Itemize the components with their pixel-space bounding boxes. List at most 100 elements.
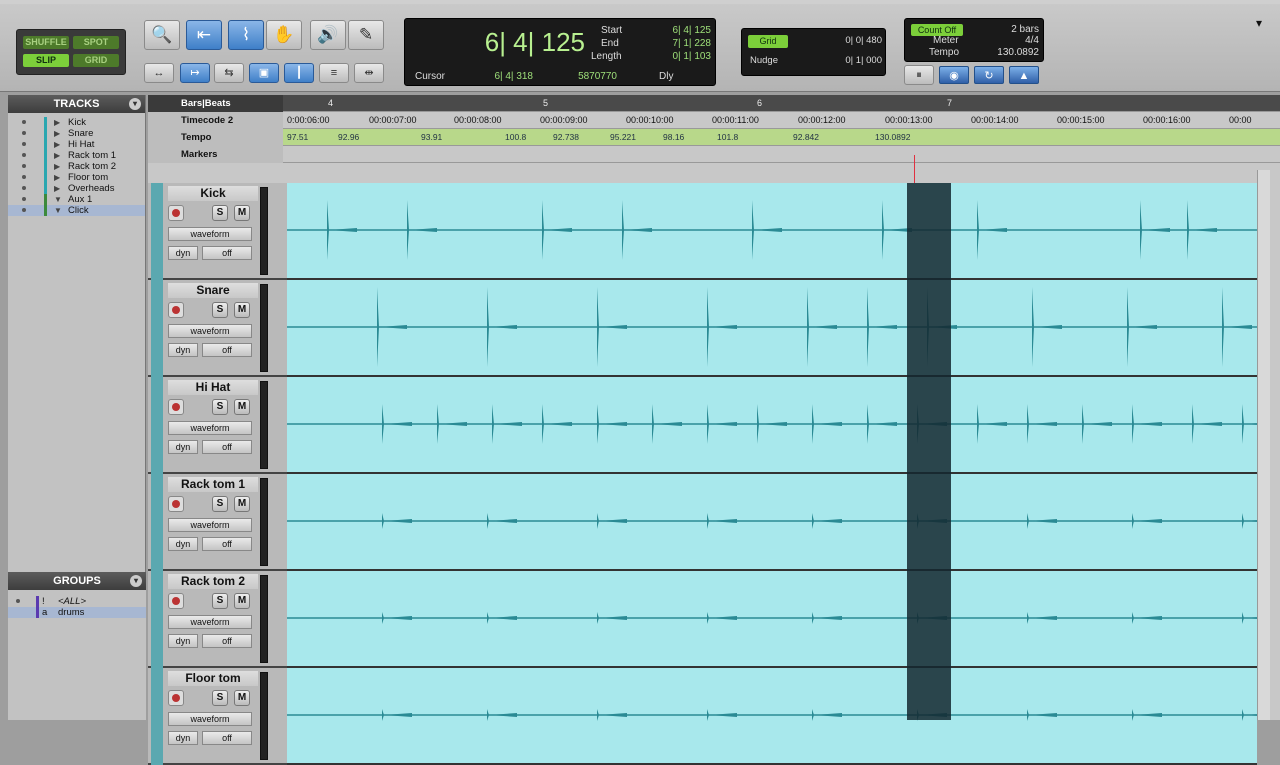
vertical-scrollbar[interactable] bbox=[1257, 170, 1270, 720]
tempo-event[interactable]: 130.0892 bbox=[875, 132, 910, 142]
metronome-icon[interactable]: ▲ bbox=[1009, 66, 1039, 84]
main-counter-value[interactable]: 6| 4| 125 bbox=[465, 27, 585, 58]
selector-icon[interactable]: ⌇ bbox=[228, 20, 264, 50]
track-view-selector[interactable]: waveform bbox=[168, 227, 252, 241]
tempo-ruler[interactable]: Tempo 97.51 92.96 93.91 100.8 92.738 95.… bbox=[148, 129, 1280, 146]
automation-selector[interactable]: off bbox=[202, 537, 252, 551]
track-name[interactable]: Rack tom 1 bbox=[168, 477, 258, 492]
scroll-icon[interactable]: ⇹ bbox=[354, 63, 384, 83]
track-playlist-lane[interactable] bbox=[287, 668, 1257, 765]
automation-selector[interactable]: off bbox=[202, 731, 252, 745]
start-value[interactable]: 6| 4| 125 bbox=[635, 25, 711, 36]
link-timeline-icon[interactable]: ⇆ bbox=[214, 63, 244, 83]
group-item[interactable]: ! <ALL> bbox=[8, 596, 146, 607]
grid-value[interactable]: 0| 0| 480 bbox=[812, 35, 882, 46]
dyn-button[interactable]: dyn bbox=[168, 537, 198, 551]
tempo-event[interactable]: 93.91 bbox=[421, 132, 442, 142]
delay-label[interactable]: Dly bbox=[659, 71, 673, 82]
spot-mode-button[interactable]: SPOT bbox=[73, 36, 119, 49]
track-view-selector[interactable]: waveform bbox=[168, 615, 252, 629]
loop-playback-icon[interactable]: ↻ bbox=[974, 66, 1004, 84]
window-menu-icon[interactable]: ▾ bbox=[1256, 16, 1262, 30]
insertion-follows-icon[interactable]: ┃ bbox=[284, 63, 314, 83]
solo-button[interactable]: S bbox=[212, 302, 228, 318]
tempo-event[interactable]: 92.738 bbox=[553, 132, 579, 142]
track-playlist-lane[interactable] bbox=[287, 571, 1257, 668]
record-enable-button[interactable] bbox=[168, 205, 184, 221]
tempo-event[interactable]: 97.51 bbox=[287, 132, 308, 142]
tempo-event[interactable]: 92.96 bbox=[338, 132, 359, 142]
mirror-icon[interactable]: ≡ bbox=[319, 63, 349, 83]
mute-button[interactable]: M bbox=[234, 496, 250, 512]
automation-selector[interactable]: off bbox=[202, 634, 252, 648]
automation-selector[interactable]: off bbox=[202, 343, 252, 357]
track-list-item[interactable]: ▶ Rack tom 1 bbox=[8, 150, 145, 161]
tracks-menu-icon[interactable]: ▾ bbox=[129, 98, 141, 110]
track-list-item[interactable]: ▼ Click bbox=[8, 205, 145, 216]
shuffle-mode-button[interactable]: SHUFFLE bbox=[23, 36, 69, 49]
track-view-selector[interactable]: waveform bbox=[168, 421, 252, 435]
track-name[interactable]: Hi Hat bbox=[168, 380, 258, 395]
automation-selector[interactable]: off bbox=[202, 440, 252, 454]
solo-button[interactable]: S bbox=[212, 593, 228, 609]
dyn-button[interactable]: dyn bbox=[168, 634, 198, 648]
track-name[interactable]: Floor tom bbox=[168, 671, 258, 686]
zoom-icon[interactable]: 🔍 bbox=[144, 20, 180, 50]
length-value[interactable]: 0| 1| 103 bbox=[635, 51, 711, 62]
markers-ruler[interactable]: Markers bbox=[148, 146, 1280, 163]
timecode-ruler[interactable]: Timecode 2 0:00:06:00 00:00:07:00 00:00:… bbox=[148, 112, 1280, 129]
group-item[interactable]: a drums bbox=[8, 607, 146, 618]
track-name[interactable]: Rack tom 2 bbox=[168, 574, 258, 589]
solo-button[interactable]: S bbox=[212, 496, 228, 512]
solo-button[interactable]: S bbox=[212, 399, 228, 415]
automation-selector[interactable]: off bbox=[202, 246, 252, 260]
record-enable-button[interactable] bbox=[168, 593, 184, 609]
dyn-button[interactable]: dyn bbox=[168, 731, 198, 745]
track-view-selector[interactable]: waveform bbox=[168, 324, 252, 338]
track-list-item[interactable]: ▼ Aux 1 bbox=[8, 194, 145, 205]
nudge-label[interactable]: Nudge bbox=[750, 55, 778, 66]
scrubber-icon[interactable]: 🔊 bbox=[310, 20, 346, 50]
conductor-icon[interactable]: ◉ bbox=[939, 66, 969, 84]
track-list-item[interactable]: ▶ Kick bbox=[8, 117, 145, 128]
link-track-icon[interactable]: ▣ bbox=[249, 63, 279, 83]
track-list-item[interactable]: ▶ Rack tom 2 bbox=[8, 161, 145, 172]
track-view-selector[interactable]: waveform bbox=[168, 712, 252, 726]
tempo-event[interactable]: 98.16 bbox=[663, 132, 684, 142]
track-name[interactable]: Snare bbox=[168, 283, 258, 298]
track-name[interactable]: Kick bbox=[168, 186, 258, 201]
trim-icon[interactable]: ⇤ bbox=[186, 20, 222, 50]
groups-menu-icon[interactable]: ▾ bbox=[130, 575, 142, 587]
tempo-event[interactable]: 100.8 bbox=[505, 132, 526, 142]
track-playlist-lane[interactable] bbox=[287, 377, 1257, 474]
mute-button[interactable]: M bbox=[234, 302, 250, 318]
mute-button[interactable]: M bbox=[234, 399, 250, 415]
solo-button[interactable]: S bbox=[212, 690, 228, 706]
solo-button[interactable]: S bbox=[212, 205, 228, 221]
dyn-button[interactable]: dyn bbox=[168, 343, 198, 357]
record-enable-button[interactable] bbox=[168, 496, 184, 512]
dyn-button[interactable]: dyn bbox=[168, 440, 198, 454]
record-enable-button[interactable] bbox=[168, 399, 184, 415]
mute-button[interactable]: M bbox=[234, 690, 250, 706]
track-list-item[interactable]: ▶ Overheads bbox=[8, 183, 145, 194]
grid-mode-button[interactable]: GRID bbox=[73, 54, 119, 67]
track-view-selector[interactable]: waveform bbox=[168, 518, 252, 532]
track-list-item[interactable]: ▶ Floor tom bbox=[8, 172, 145, 183]
midi-merge-icon[interactable]: ⏸ bbox=[904, 65, 934, 85]
tempo-event[interactable]: 92.842 bbox=[793, 132, 819, 142]
timeline-selection[interactable] bbox=[907, 183, 951, 720]
slip-mode-button[interactable]: SLIP bbox=[23, 54, 69, 67]
record-enable-button[interactable] bbox=[168, 302, 184, 318]
pencil-icon[interactable]: ✎ bbox=[348, 20, 384, 50]
tab-to-transient-icon[interactable]: ↦ bbox=[180, 63, 210, 83]
bars-beats-ruler[interactable]: Bars|Beats 4 5 6 7 bbox=[148, 95, 1280, 112]
tempo-value[interactable]: 130.0892 bbox=[991, 47, 1039, 58]
tempo-event[interactable]: 95.221 bbox=[610, 132, 636, 142]
grid-label[interactable]: Grid bbox=[748, 35, 788, 48]
track-list-item[interactable]: ▶ Hi Hat bbox=[8, 139, 145, 150]
mute-button[interactable]: M bbox=[234, 593, 250, 609]
zoom-reset-icon[interactable]: ↔ bbox=[144, 63, 174, 83]
dyn-button[interactable]: dyn bbox=[168, 246, 198, 260]
track-playlist-lane[interactable] bbox=[287, 183, 1257, 280]
